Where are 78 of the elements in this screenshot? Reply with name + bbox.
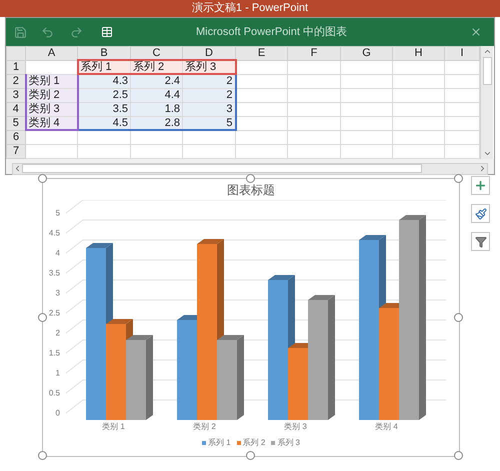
axis-tick-label: 4.5: [48, 228, 60, 238]
row-header[interactable]: 1: [6, 60, 26, 74]
chart-filter-button[interactable]: [471, 232, 490, 251]
axis-tick-label: 5: [56, 208, 60, 218]
axis-tick-label: 2: [56, 328, 60, 338]
axis-tick-label: 3: [56, 288, 60, 298]
axis-tick-label: 0: [56, 408, 60, 418]
column-header[interactable]: A: [26, 46, 78, 60]
table-cell: 2: [182, 74, 236, 88]
axis-tick-label: 4: [56, 248, 60, 258]
column-header[interactable]: G: [340, 46, 392, 60]
axis-tick-label: 2.5: [48, 308, 60, 318]
row-header[interactable]: 7: [6, 144, 26, 158]
column-header[interactable]: C: [130, 46, 182, 60]
undo-icon[interactable]: [41, 26, 54, 38]
axis-tick-label: 0.5: [48, 388, 60, 398]
redo-icon[interactable]: [70, 26, 83, 38]
table-cell: 类别 4: [26, 116, 78, 130]
table-cell: 1.8: [130, 102, 182, 116]
save-icon[interactable]: [14, 26, 27, 38]
row-header[interactable]: 6: [6, 130, 26, 144]
column-header[interactable]: D: [182, 46, 236, 60]
row-header[interactable]: 3: [6, 88, 26, 102]
close-icon[interactable]: [470, 26, 482, 38]
category-label: 类别 3: [284, 422, 307, 432]
window-title: Microsoft PowerPoint 中的图表: [195, 24, 348, 40]
sheet-icon[interactable]: [101, 26, 113, 38]
category-label: 类别 4: [375, 422, 398, 432]
category-label: 类别 1: [102, 422, 125, 432]
resize-handle[interactable]: [246, 451, 255, 460]
column-header[interactable]: I: [444, 46, 480, 60]
scroll-up-icon[interactable]: [482, 47, 492, 56]
legend-label: 系列 3: [277, 437, 300, 449]
horizontal-scrollbar[interactable]: [12, 162, 488, 174]
paintbrush-icon: [474, 208, 486, 220]
scroll-thumb[interactable]: [22, 164, 422, 173]
resize-handle[interactable]: [454, 312, 463, 322]
add-chart-element-button[interactable]: [471, 176, 490, 195]
resize-handle[interactable]: [454, 174, 463, 183]
filter-icon: [474, 236, 486, 248]
table-cell: 系列 3: [182, 60, 236, 74]
column-header[interactable]: F: [288, 46, 340, 60]
table-cell: 2: [182, 88, 236, 102]
row-header[interactable]: 5: [6, 116, 26, 130]
table-cell: 类别 2: [26, 88, 78, 102]
app-title: 演示文稿1 - PowerPoint: [192, 3, 308, 14]
axis-tick-label: 3.5: [48, 268, 60, 278]
resize-handle[interactable]: [246, 174, 255, 183]
scroll-left-icon[interactable]: [13, 164, 22, 173]
table-cell: 5: [182, 116, 236, 130]
chart-title: 图表标题: [227, 183, 275, 198]
scroll-thumb[interactable]: [482, 57, 492, 85]
table-cell: 系列 1: [78, 60, 130, 74]
plus-icon: [474, 179, 487, 192]
axis-tick-label: 1.5: [48, 348, 60, 358]
resize-handle[interactable]: [38, 174, 47, 183]
vertical-scrollbar[interactable]: [480, 46, 493, 158]
row-header[interactable]: 4: [6, 102, 26, 116]
table-cell: 类别 3: [26, 102, 78, 116]
legend-label: 系列 1: [208, 437, 231, 449]
column-header[interactable]: B: [78, 46, 130, 60]
resize-handle[interactable]: [454, 451, 463, 460]
row-header[interactable]: 2: [6, 74, 26, 88]
table-cell: 4.4: [130, 88, 182, 102]
table-cell: 3: [182, 102, 236, 116]
table-cell: 2.8: [130, 116, 182, 130]
column-header[interactable]: H: [392, 46, 444, 60]
table-cell: 系列 2: [130, 60, 182, 74]
resize-handle[interactable]: [38, 451, 47, 460]
column-header[interactable]: E: [236, 46, 288, 60]
legend-label: 系列 2: [242, 437, 266, 449]
category-label: 类别 2: [193, 422, 216, 432]
resize-handle[interactable]: [38, 312, 47, 322]
table-cell: 类别 1: [26, 74, 78, 88]
axis-tick-label: 1: [56, 368, 60, 378]
table-cell: 2.4: [130, 74, 182, 88]
scroll-right-icon[interactable]: [478, 164, 487, 173]
chart-styles-button[interactable]: [471, 204, 490, 223]
